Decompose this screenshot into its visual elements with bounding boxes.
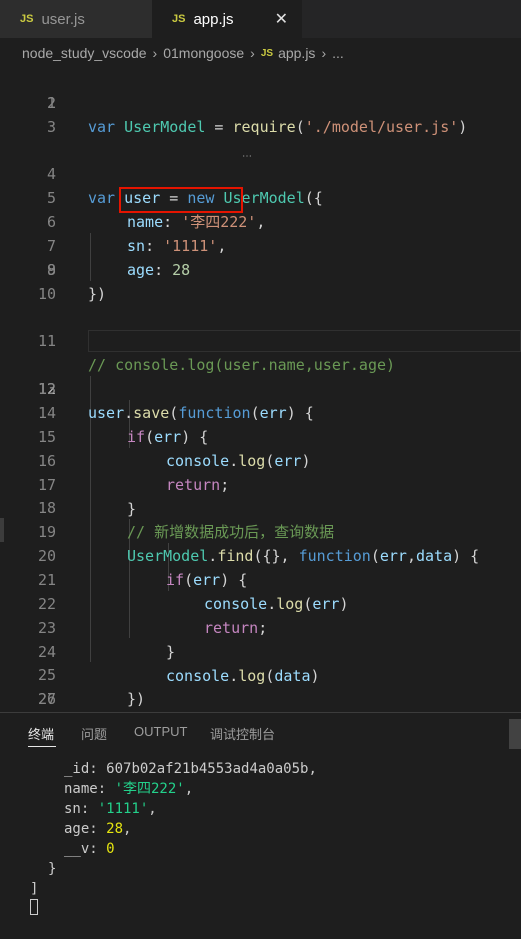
code-line: 2 [0, 92, 521, 116]
code-line: 10 [0, 283, 521, 307]
code-line: 9 [0, 259, 521, 283]
close-icon[interactable]: ✕ [275, 9, 288, 29]
tab-user-js[interactable]: JS user.js [0, 0, 152, 38]
code-line: 18 // 新增数据成功后，查询数据 [0, 473, 521, 541]
term-punct: } [48, 861, 57, 877]
breadcrumb-file[interactable]: app.js [278, 45, 315, 61]
code-line: 7 age: 28 [0, 211, 521, 279]
code-line: 3 [0, 116, 521, 140]
term-value: 0 [106, 841, 115, 857]
tab-app-js[interactable]: JS app.js ✕ [152, 0, 302, 38]
code-line: 27 [0, 688, 521, 712]
terminal-line: name: '李四222', [0, 779, 521, 799]
term-value: 607b02af21b4553ad4a0a05b, [106, 761, 317, 777]
terminal-line: } [0, 859, 521, 879]
js-file-icon: JS [172, 13, 186, 25]
terminal-line: __v: 0 [0, 839, 521, 859]
scrollbar-thumb[interactable] [509, 719, 521, 749]
tab-debug-console[interactable]: 调试控制台 [210, 724, 275, 743]
current-line-highlight [88, 330, 521, 352]
term-punct: , [148, 801, 157, 817]
editor-tab-bar: JS user.js JS app.js ✕ [0, 0, 521, 38]
code-line: 25 }) [0, 640, 521, 708]
code-line: 19 UserModel.find({}, function(err,data)… [0, 497, 521, 565]
code-line: 17 } [0, 450, 521, 518]
term-key: __v: [64, 841, 107, 857]
js-file-icon: JS [20, 13, 34, 25]
term-key: sn: [64, 801, 98, 817]
code-line: 15 console.log(err) [0, 402, 521, 470]
term-key: name: [64, 781, 115, 797]
terminal-line: _id: 607b02af21b4553ad4a0a05b, [0, 759, 521, 779]
terminal-output[interactable]: _id: 607b02af21b4553ad4a0a05b, name: '李四… [0, 759, 317, 939]
line-number: 10 [37, 285, 56, 303]
code-editor[interactable]: 1 var UserModel = require('./model/user.… [0, 66, 521, 732]
code-line: 4 var user = new UserModel({ [0, 139, 521, 207]
highlight-box [119, 187, 243, 213]
term-value: 28 [106, 821, 124, 837]
code-line: 16 return; [0, 426, 521, 494]
chevron-right-icon: › [152, 45, 158, 61]
tab-problems[interactable]: 问题 [81, 724, 107, 743]
terminal-line: sn: '1111', [0, 799, 521, 819]
tab-label: app.js [193, 10, 234, 28]
code-line: 24 console.log(data) [0, 617, 521, 685]
breadcrumb: node_study_vscode › 01mongoose › JS app.… [0, 38, 521, 68]
code-line: 21 console.log(err) [0, 545, 521, 613]
terminal-line: age: 28, [0, 819, 521, 839]
term-key: age: [64, 821, 107, 837]
code-line: 20 if(err) { [0, 521, 521, 589]
term-key: _id: [64, 761, 107, 777]
code-line: 6 sn: '1111', [0, 187, 521, 255]
bottom-panel: 终端 问题 OUTPUT 调试控制台 _id: 607b02af21b4553a… [0, 712, 521, 917]
code-line: 8 }) [0, 235, 521, 303]
code-line: 23 } [0, 593, 521, 661]
tab-label: user.js [41, 10, 85, 28]
code-line: 14 if(err) { [0, 378, 521, 446]
code-line: 13 user.save(function(err) { [0, 354, 521, 422]
line-number: 3 [46, 118, 56, 136]
breadcrumb-folder[interactable]: 01mongoose [163, 45, 244, 61]
tab-terminal[interactable]: 终端 [28, 724, 54, 743]
current-line: 12 [0, 330, 521, 398]
line-number: 9 [46, 261, 56, 279]
panel-tabs: 终端 问题 OUTPUT 调试控制台 [0, 713, 521, 751]
term-punct: ] [30, 881, 39, 897]
terminal-cursor [30, 899, 38, 915]
term-punct: , [123, 821, 132, 837]
code-line: 11 // console.log(user.name,user.age) [0, 306, 521, 374]
breadcrumb-more[interactable]: ... [332, 45, 344, 61]
js-file-icon: JS [260, 47, 274, 59]
chevron-right-icon: › [250, 45, 255, 61]
term-value: '李四222' [114, 781, 185, 797]
breadcrumb-folder[interactable]: node_study_vscode [22, 45, 147, 61]
tab-output[interactable]: OUTPUT [134, 724, 187, 739]
code-line: 5 name: '李四222', [0, 163, 521, 231]
code-line: 1 var UserModel = require('./model/user.… [0, 68, 521, 136]
chevron-right-icon: › [321, 45, 327, 61]
term-punct: , [184, 781, 194, 797]
code-line: 26 }) [0, 664, 521, 732]
active-tab-indicator [28, 746, 56, 747]
terminal-line: ] [0, 879, 521, 899]
line-number: 27 [37, 690, 56, 708]
suggestion-dots: ⋯ [242, 151, 253, 162]
term-value: '1111' [97, 801, 149, 817]
line-number: 2 [46, 94, 56, 112]
code-line: 22 return; [0, 569, 521, 637]
